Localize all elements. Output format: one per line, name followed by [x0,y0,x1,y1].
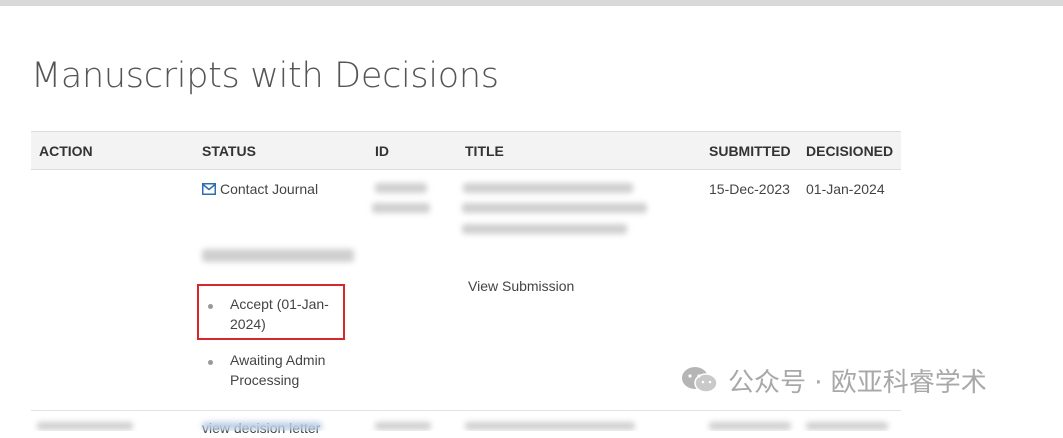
header-submitted: SUBMITTED [709,143,791,159]
envelope-icon [202,183,216,195]
watermark: 公众号 · 欧亚科睿学术 [680,362,987,398]
status-awaiting-line2: Processing [230,372,300,388]
redacted-id [372,203,430,213]
wechat-icon [682,367,718,393]
header-action: ACTION [39,143,93,159]
redacted-title [462,224,627,234]
redacted-text [375,422,431,430]
redacted-title [462,203,647,213]
redacted-text [202,249,354,262]
table-header: ACTION STATUS ID TITLE SUBMITTED DECISIO… [31,131,901,170]
status-awaiting-line1: Awaiting Admin [230,352,326,368]
bullet-icon [208,304,213,309]
top-bar [0,0,1063,6]
contact-journal-link[interactable]: Contact Journal [202,179,318,199]
header-decisioned: DECISIONED [806,143,894,159]
table-row [31,411,901,431]
redacted-title [463,183,633,193]
redacted-text [202,422,322,430]
status-accept: Accept (01-Jan- 2024) [230,294,329,334]
status-awaiting: Awaiting Admin Processing [230,350,325,390]
contact-journal-label: Contact Journal [220,181,319,197]
status-accept-line1: Accept (01-Jan- [230,296,329,312]
submitted-date: 15-Dec-2023 [709,181,790,197]
redacted-id [375,183,427,193]
view-submission-link[interactable]: View Submission [468,276,574,296]
page-title: Manuscripts with Decisions [31,56,499,96]
redacted-text [806,422,888,430]
redacted-text [709,422,791,430]
redacted-text [37,422,133,430]
decisioned-date: 01-Jan-2024 [806,181,885,197]
status-accept-line2: 2024) [230,316,266,332]
header-title: TITLE [465,143,504,159]
watermark-text: 公众号 · 欧亚科睿学术 [728,367,987,398]
redacted-text [465,422,635,430]
bullet-icon [208,360,213,365]
header-status: STATUS [202,143,256,159]
header-id: ID [375,143,389,159]
